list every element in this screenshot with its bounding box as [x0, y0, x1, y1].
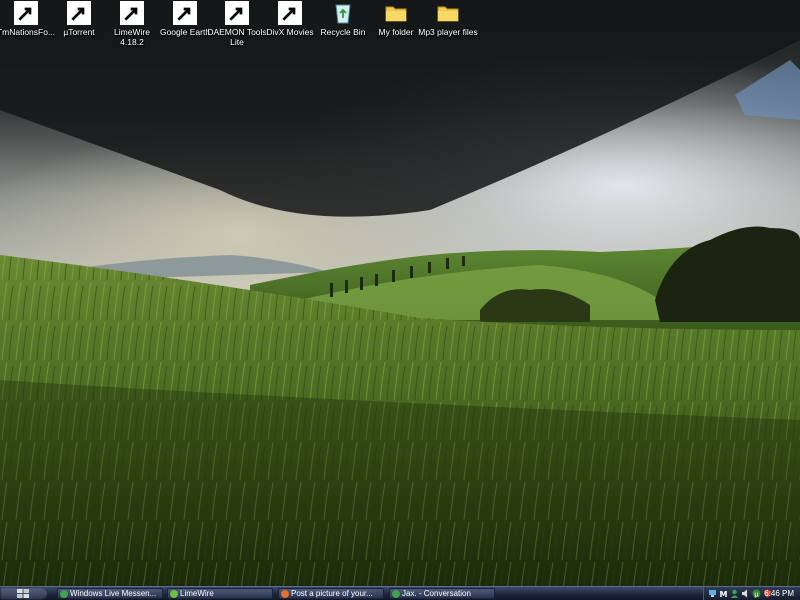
desktop-icon-label: µTorrent — [63, 27, 95, 37]
wallpaper-image — [0, 0, 800, 586]
desktop-icon-label: TmNationsFo... — [0, 27, 56, 37]
taskbar: Windows Live Messen... LimeWire Post a p… — [0, 586, 800, 600]
taskbar-button-label: Windows Live Messen... — [70, 589, 157, 598]
firefox-icon — [281, 590, 289, 598]
desktop-icon-daemon-tools[interactable]: DAEMON Tools Lite — [207, 0, 267, 47]
desktop-icon-label: LimeWire 4.18.2 — [114, 27, 150, 47]
windows-logo-icon — [17, 589, 29, 598]
folder-icon — [436, 1, 460, 25]
network-icon[interactable] — [708, 589, 717, 598]
desktop[interactable]: TmNationsFo... µ µTorrent LimeWire 4.18.… — [0, 0, 800, 586]
taskbar-button-limewire[interactable]: LimeWire — [167, 588, 273, 599]
limewire-icon — [120, 1, 144, 25]
desktop-icon-divx[interactable]: DivX Movies — [260, 0, 320, 37]
clock[interactable]: 6:46 PM — [764, 588, 794, 599]
desktop-icon-label: DivX Movies — [266, 27, 314, 37]
mcafee-icon[interactable]: M — [719, 589, 728, 598]
utorrent-icon[interactable]: µ — [752, 589, 761, 598]
svg-text:µ: µ — [754, 591, 759, 599]
messenger-icon — [60, 590, 68, 598]
desktop-icon-limewire[interactable]: LimeWire 4.18.2 — [102, 0, 162, 47]
desktop-icon-label: Google Earth — [159, 27, 211, 37]
svg-text:M: M — [720, 590, 728, 598]
messenger-icon[interactable] — [730, 589, 739, 598]
desktop-icon-my-folder[interactable]: My folder — [366, 0, 426, 37]
google-earth-icon — [173, 1, 197, 25]
messenger-icon — [392, 590, 400, 598]
desktop-icon-recycle-bin[interactable]: Recycle Bin — [313, 0, 373, 37]
desktop-icon-utorrent[interactable]: µ µTorrent — [49, 0, 109, 37]
folder-icon — [384, 1, 408, 25]
volume-icon[interactable] — [741, 589, 750, 598]
desktop-icon-label: Recycle Bin — [320, 27, 366, 37]
utorrent-icon: µ — [67, 1, 91, 25]
divx-icon — [278, 1, 302, 25]
taskbar-button-label: Jax. - Conversation — [402, 589, 471, 598]
desktop-icon-label: Mp3 player files — [418, 27, 478, 37]
desktop-icon-label: My folder — [378, 27, 414, 37]
taskbar-button-messenger[interactable]: Windows Live Messen... — [57, 588, 163, 599]
desktop-icon-google-earth[interactable]: Google Earth — [155, 0, 215, 37]
tmnations-icon — [14, 1, 38, 25]
taskbar-button-firefox[interactable]: Post a picture of your... — [278, 588, 384, 599]
desktop-icon-mp3-player-files[interactable]: Mp3 player files — [418, 0, 478, 37]
daemon-tools-icon — [225, 1, 249, 25]
system-tray: M µ 6:46 PM — [703, 587, 800, 600]
taskbar-button-label: Post a picture of your... — [291, 589, 373, 598]
taskbar-button-conversation[interactable]: Jax. - Conversation — [389, 588, 495, 599]
start-button[interactable] — [0, 587, 48, 600]
recycle-bin-icon — [331, 1, 355, 25]
desktop-icon-tmnations[interactable]: TmNationsFo... — [0, 0, 56, 37]
limewire-icon — [170, 590, 178, 598]
desktop-icon-label: DAEMON Tools Lite — [207, 27, 267, 47]
taskbar-button-label: LimeWire — [180, 589, 214, 598]
